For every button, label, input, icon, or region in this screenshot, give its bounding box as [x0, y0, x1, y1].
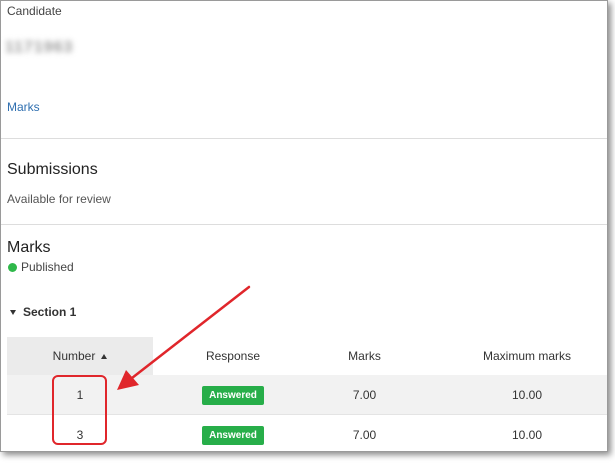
annotation-arrow-icon [117, 285, 251, 390]
window-frame: Candidate 1171963 Marks Submissions Avai… [0, 0, 608, 452]
